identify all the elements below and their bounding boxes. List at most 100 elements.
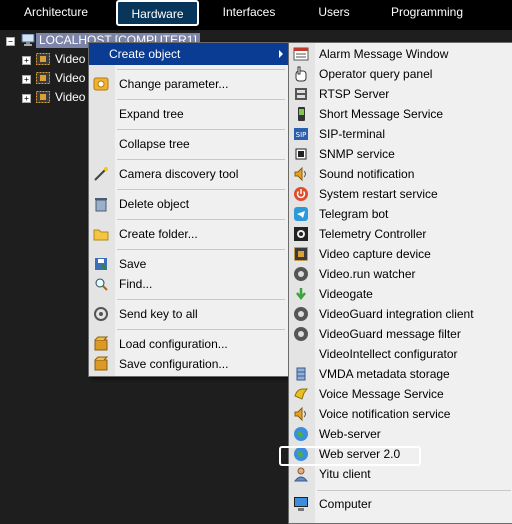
tab-architecture[interactable]: Architecture [14, 0, 98, 26]
menu-item-load-configuration[interactable]: Load configuration... [89, 333, 289, 355]
submenu-item-label: Yitu client [319, 467, 371, 481]
tree-item-label[interactable]: Video [55, 90, 85, 104]
menu-item-create-folder[interactable]: Create folder... [89, 223, 289, 245]
menu-item-delete-object[interactable]: Delete object [89, 193, 289, 215]
submenu-item-sound-notification[interactable]: Sound notification [289, 164, 512, 184]
menu-separator [117, 329, 285, 330]
computer-icon [21, 33, 35, 46]
menu-item-create-object[interactable]: Create object [89, 43, 289, 65]
submenu-item-computer[interactable]: Computer [289, 494, 512, 514]
submenu-item-label: Telegram bot [319, 207, 389, 221]
watcher-icon [293, 266, 309, 282]
submenu-item-voice-message-service[interactable]: Voice Message Service [289, 384, 512, 404]
globe-icon [293, 426, 309, 442]
submenu-item-yitu-client[interactable]: Yitu client [289, 464, 512, 484]
box-icon [93, 356, 109, 372]
menu-separator [117, 249, 285, 250]
menu-separator [117, 99, 285, 100]
menu-item-change-parameter[interactable]: Change parameter... [89, 73, 289, 95]
submenu-item-videoguard-integration-client[interactable]: VideoGuard integration client [289, 304, 512, 324]
submenu-item-video-run-watcher[interactable]: Video.run watcher [289, 264, 512, 284]
tree-item-label[interactable]: Video [55, 52, 85, 66]
submenu-item-label: Alarm Message Window [319, 47, 449, 61]
trash-icon [93, 196, 109, 212]
menu-item-find[interactable]: Find... [89, 273, 289, 295]
expand-icon[interactable]: + [22, 75, 31, 84]
video-device-icon [36, 53, 50, 65]
submenu-item-operator-query-panel[interactable]: Operator query panel [289, 64, 512, 84]
submenu-item-videointellect-configurator[interactable]: VideoIntellect configurator [289, 344, 512, 364]
tab-programming[interactable]: Programming [382, 0, 472, 26]
person-icon [293, 466, 309, 482]
submenu-item-telegram-bot[interactable]: Telegram bot [289, 204, 512, 224]
menu-separator [117, 299, 285, 300]
videogate-icon [293, 286, 309, 302]
submenu-item-label: VMDA metadata storage [319, 367, 450, 381]
expand-icon[interactable]: + [22, 56, 31, 65]
speaker-icon [293, 406, 309, 422]
rtsp-icon [293, 86, 309, 102]
collapse-icon[interactable]: − [6, 37, 15, 46]
tab-hardware[interactable]: Hardware [116, 0, 199, 26]
submenu-item-snmp-service[interactable]: SNMP service [289, 144, 512, 164]
submenu-item-label: Voice Message Service [319, 387, 444, 401]
hand-icon [293, 66, 309, 82]
tree-item-video[interactable]: + Video [0, 89, 88, 107]
submenu-item-label: SNMP service [319, 147, 395, 161]
menu-separator [317, 490, 511, 491]
web-server-2-callout [279, 446, 421, 466]
submenu-item-label: Short Message Service [319, 107, 444, 121]
submenu-item-label: VideoIntellect configurator [319, 347, 458, 361]
submenu-item-videogate[interactable]: Videogate [289, 284, 512, 304]
submenu-item-short-message-service[interactable]: Short Message Service [289, 104, 512, 124]
menu-item-label: Create object [109, 47, 181, 61]
menu-separator [117, 189, 285, 190]
menu-item-send-key[interactable]: Send key to all [89, 303, 289, 325]
box-icon [93, 336, 109, 352]
menu-item-camera-discovery[interactable]: Camera discovery tool [89, 163, 289, 185]
submenu-item-rtsp-server[interactable]: RTSP Server [289, 84, 512, 104]
power-icon [293, 186, 309, 202]
menu-item-label: Camera discovery tool [119, 167, 239, 181]
menu-item-save[interactable]: Save [89, 253, 289, 275]
submenu-item-alarm-message-window[interactable]: Alarm Message Window [289, 44, 512, 64]
submenu-item-label: SIP-terminal [319, 127, 386, 141]
submenu-item-label: Sound notification [319, 167, 415, 181]
submenu-item-vmda-metadata-storage[interactable]: VMDA metadata storage [289, 364, 512, 384]
menu-item-collapse-tree[interactable]: Collapse tree [89, 133, 289, 155]
phone-icon [293, 106, 309, 122]
tab-users[interactable]: Users [300, 0, 368, 26]
menu-item-label: Find... [119, 277, 153, 291]
menu-separator [117, 69, 285, 70]
menu-item-save-configuration[interactable]: Save configuration... [89, 353, 289, 375]
submenu-item-sip-terminal[interactable]: SIP SIP-terminal [289, 124, 512, 144]
menu-item-label: Collapse tree [119, 137, 190, 151]
submenu-arrow-icon [279, 50, 283, 58]
submenu-item-label: Video.run watcher [319, 267, 416, 281]
submenu-item-video-capture-device[interactable]: Video capture device [289, 244, 512, 264]
submenu-item-system-restart-service[interactable]: System restart service [289, 184, 512, 204]
tab-interfaces[interactable]: Interfaces [210, 0, 288, 26]
video-device-icon [36, 91, 50, 103]
capture-icon [293, 246, 309, 262]
tree-item-video[interactable]: + Video [0, 51, 88, 69]
submenu-item-voice-notification-service[interactable]: Voice notification service [289, 404, 512, 424]
submenu-item-telemetry-controller[interactable]: Telemetry Controller [289, 224, 512, 244]
watcher-icon [293, 326, 309, 342]
submenu-item-videoguard-message-filter[interactable]: VideoGuard message filter [289, 324, 512, 344]
save-icon [93, 256, 109, 272]
tree-item-label[interactable]: Video [55, 71, 85, 85]
menu-separator [117, 129, 285, 130]
tree-item-video[interactable]: + Video [0, 70, 88, 88]
menu-item-label: Load configuration... [119, 337, 228, 351]
menu-item-label: Expand tree [119, 107, 184, 121]
menu-item-expand-tree[interactable]: Expand tree [89, 103, 289, 125]
expand-icon[interactable]: + [22, 94, 31, 103]
snmp-icon [293, 146, 309, 162]
menu-separator [117, 159, 285, 160]
submenu-item-label: VideoGuard integration client [319, 307, 474, 321]
submenu-item-label: Web-server [319, 427, 381, 441]
menu-item-label: Change parameter... [119, 77, 229, 91]
menu-item-label: Save configuration... [119, 357, 229, 371]
submenu-item-web-server[interactable]: Web-server [289, 424, 512, 444]
